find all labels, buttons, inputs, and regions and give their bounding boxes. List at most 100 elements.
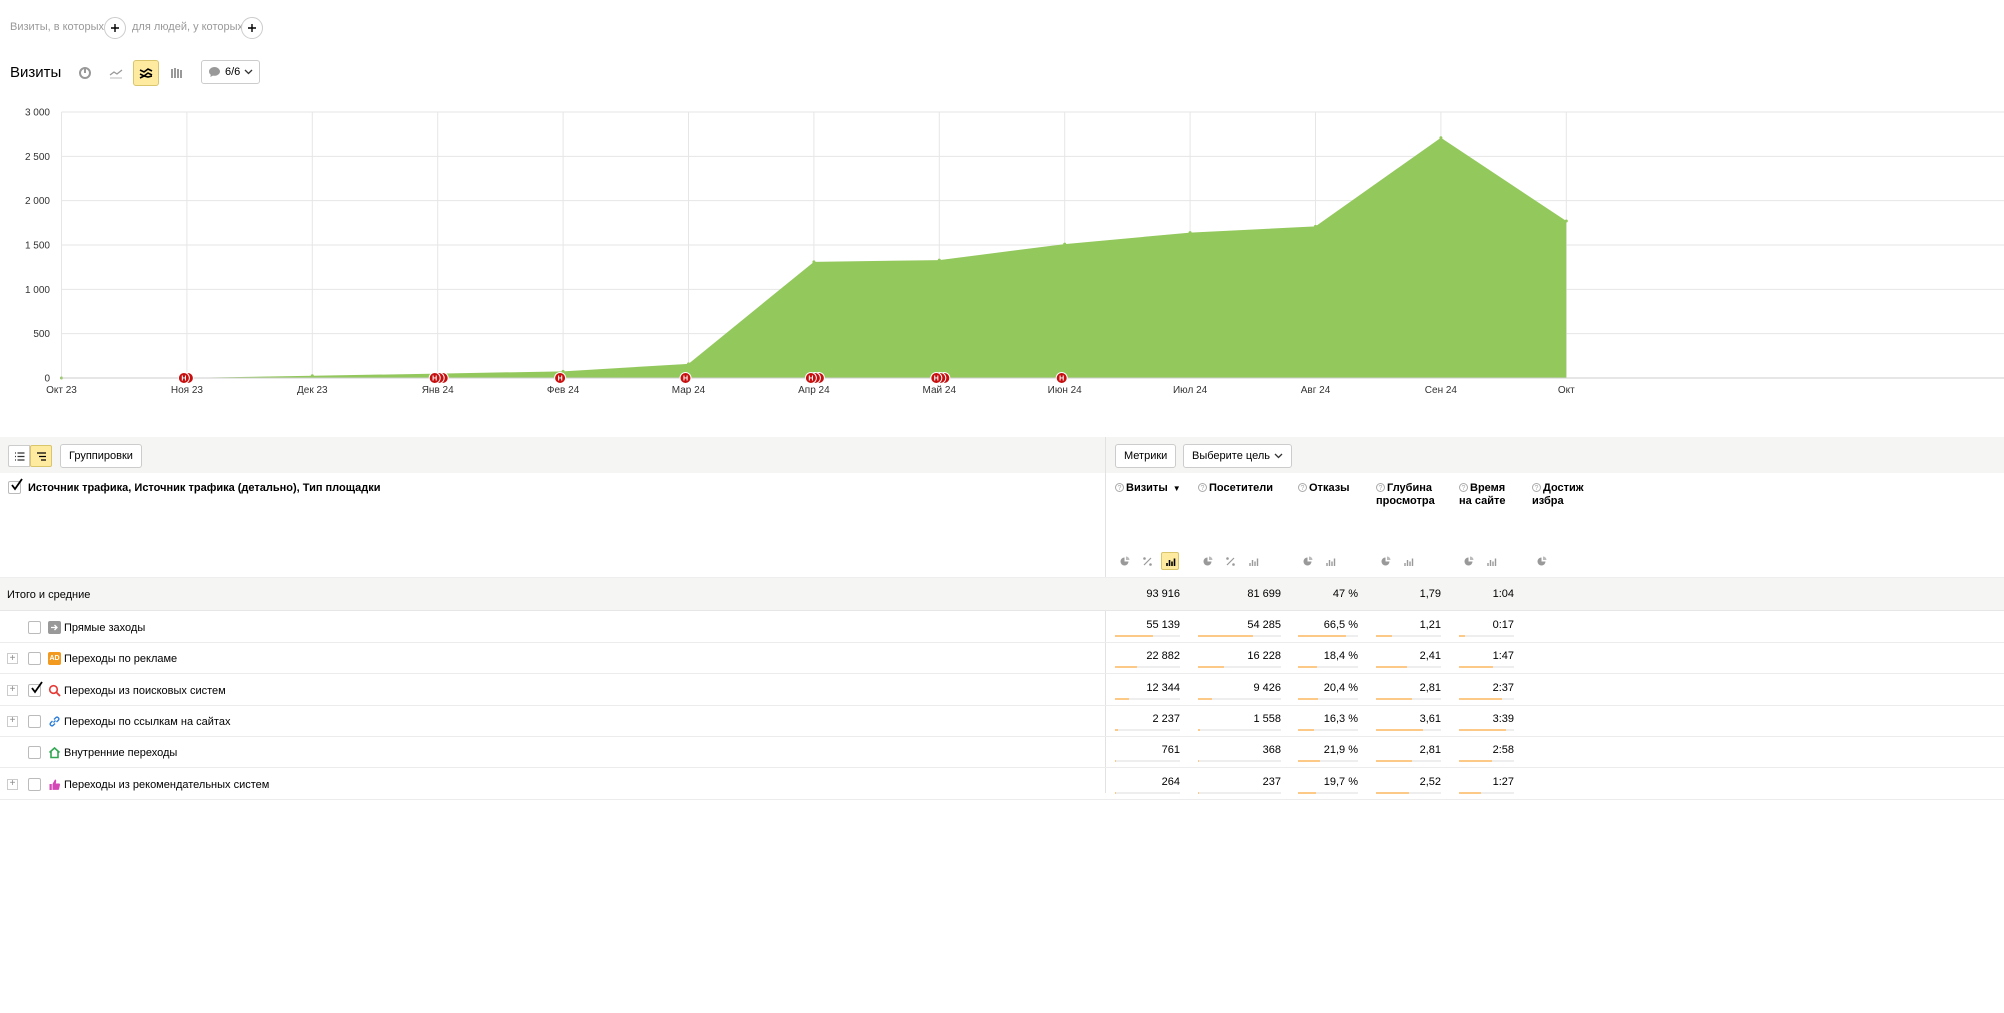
row-label[interactable]: Переходы по ссылкам на сайтах <box>64 716 230 728</box>
column-chart-type-button[interactable] <box>164 60 190 86</box>
x-tick-label: Янв 24 <box>422 385 454 396</box>
value-bar-fill <box>1376 728 1423 731</box>
chart-notes-toggle[interactable]: 6/6 <box>201 60 261 84</box>
value-bar-fill <box>1459 760 1492 763</box>
page-depth-pie-view-button[interactable] <box>1376 552 1394 570</box>
bounces-bar-view-button[interactable] <box>1321 552 1339 570</box>
visits-bar-view-button[interactable] <box>1161 552 1179 570</box>
help-icon[interactable]: ? <box>1532 483 1541 492</box>
row-value: 2,52 <box>1419 775 1441 788</box>
row-value: 55 139 <box>1146 619 1180 631</box>
value-bar-fill <box>1298 791 1316 794</box>
help-icon[interactable]: ? <box>1298 483 1307 492</box>
row-value: 22 882 <box>1146 650 1180 663</box>
row-label[interactable]: Переходы из поисковых систем <box>64 685 226 697</box>
row-value: 1:47 <box>1492 650 1514 663</box>
value-bar-track <box>1376 791 1441 794</box>
column-header-goals[interactable]: ? Достиж избра <box>1532 482 1584 508</box>
column-header-visits[interactable]: ? Визиты ▼ <box>1115 482 1181 495</box>
list-icon <box>14 451 24 461</box>
groupings-button[interactable]: Группировки <box>60 444 142 468</box>
value-bar-fill <box>1298 666 1317 669</box>
expand-row-button[interactable]: + <box>7 715 18 727</box>
goal-select[interactable]: Выберите цель <box>1183 444 1292 468</box>
row-value: 54 285 <box>1247 619 1281 631</box>
pie-chart-icon <box>1203 556 1212 565</box>
row-label[interactable]: Переходы по рекламе <box>64 653 177 665</box>
table-row[interactable]: Прямые заходы 55 139 54 285 66,5 % 1,21 0:17 <box>0 612 2004 643</box>
line-chart-type-button[interactable] <box>103 60 129 86</box>
table-row[interactable]: + AD Переходы по рекламе 22 882 16 228 18,4 %… <box>0 643 2004 675</box>
expand-row-button[interactable]: + <box>7 684 18 696</box>
visits-pie-view-button[interactable] <box>1115 552 1133 570</box>
y-tick-label: 3 000 <box>25 108 50 119</box>
value-bar-fill <box>1298 635 1346 637</box>
help-icon[interactable]: ? <box>1198 483 1207 492</box>
table-row[interactable]: + Переходы по ссылкам на сайтах 2 237 1 558… <box>0 706 2004 737</box>
value-bar-track <box>1115 728 1180 731</box>
add-visit-condition-button[interactable] <box>104 17 126 39</box>
column-header-time-on-site[interactable]: ? Время на сайте <box>1459 482 1505 508</box>
row-label[interactable]: Переходы из рекомендательных систем <box>64 779 269 791</box>
home-icon <box>48 746 61 759</box>
flat-list-view-button[interactable] <box>8 445 30 467</box>
metrics-button[interactable]: Метрики <box>1115 444 1177 468</box>
bounces-pie-view-button[interactable] <box>1298 552 1316 570</box>
help-icon[interactable]: ? <box>1376 483 1385 492</box>
add-people-condition-button[interactable] <box>241 17 263 39</box>
row-checkbox[interactable] <box>28 652 41 666</box>
value-bar-fill <box>1198 791 1199 794</box>
value-bar-track <box>1198 728 1281 731</box>
goals-pie-view-button[interactable] <box>1532 552 1550 570</box>
row-label[interactable]: Прямые заходы <box>64 622 145 634</box>
totals-value: 47 % <box>1332 588 1358 600</box>
row-label[interactable]: Внутренние переходы <box>64 747 177 759</box>
visitors-percent-view-button[interactable] <box>1221 552 1239 570</box>
column-chart-icon <box>171 68 182 78</box>
table-row[interactable]: Внутренние переходы 761 368 21,9 % 2,81 2:58 <box>0 737 2004 769</box>
expand-row-button[interactable]: + <box>7 653 18 665</box>
time-on-site-pie-view-button[interactable] <box>1459 552 1477 570</box>
value-bar-fill <box>1198 728 1201 731</box>
row-checkbox[interactable] <box>28 621 41 634</box>
column-header-page-depth[interactable]: ? Глубина просмотра <box>1376 482 1435 508</box>
help-icon[interactable]: ? <box>1459 483 1468 492</box>
column-header-visitors[interactable]: ? Посетители <box>1198 482 1273 495</box>
select-all-checkbox[interactable] <box>8 478 23 494</box>
page-depth-bar-view-button[interactable] <box>1399 552 1417 570</box>
visits-percent-view-button[interactable] <box>1138 552 1156 570</box>
time-on-site-bar-view-button[interactable] <box>1482 552 1500 570</box>
row-checkbox[interactable] <box>28 681 43 697</box>
help-icon[interactable]: ? <box>1115 483 1124 492</box>
x-tick-label: Ноя 23 <box>171 385 204 396</box>
pie-chart-type-button[interactable] <box>72 60 98 86</box>
table-row[interactable]: + Переходы из поисковых систем 12 344 9 426… <box>0 675 2004 706</box>
row-checkbox[interactable] <box>28 777 41 791</box>
value-bar-fill <box>1198 760 1199 763</box>
column-header-bounces[interactable]: ? Отказы <box>1298 482 1350 495</box>
data-point <box>1314 224 1317 228</box>
value-bar-track <box>1115 791 1180 794</box>
row-checkbox[interactable] <box>28 714 41 728</box>
annotation-letter: Н <box>808 376 813 383</box>
data-point <box>687 362 690 366</box>
annotation-letter: Н <box>432 376 437 383</box>
column-header-label-line2: избра <box>1532 495 1564 507</box>
visits-area-chart: 0 500 1 000 1 500 2 000 2 500 3 000 Окт 23 Ноя 2… <box>25 108 2004 396</box>
row-value: 16 228 <box>1247 650 1281 663</box>
x-tick-label: Окт 23 <box>46 385 77 396</box>
tree-view-button[interactable] <box>30 445 52 467</box>
row-checkbox[interactable] <box>28 746 41 760</box>
bar-chart-icon <box>1486 558 1496 566</box>
y-tick-label: 500 <box>33 329 50 340</box>
visitors-pie-view-button[interactable] <box>1198 552 1216 570</box>
row-value: 368 <box>1262 744 1281 757</box>
annotation-letter: Н <box>1059 376 1064 383</box>
value-bar-track <box>1376 728 1441 731</box>
expand-row-button[interactable]: + <box>7 778 18 790</box>
table-row[interactable]: + Переходы из рекомендательных систем 264 2… <box>0 769 2004 800</box>
area-chart-type-button[interactable] <box>133 60 159 86</box>
value-bar-fill <box>1115 697 1129 700</box>
visitors-bar-view-button[interactable] <box>1244 552 1262 570</box>
direct-arrow-icon <box>48 621 61 634</box>
